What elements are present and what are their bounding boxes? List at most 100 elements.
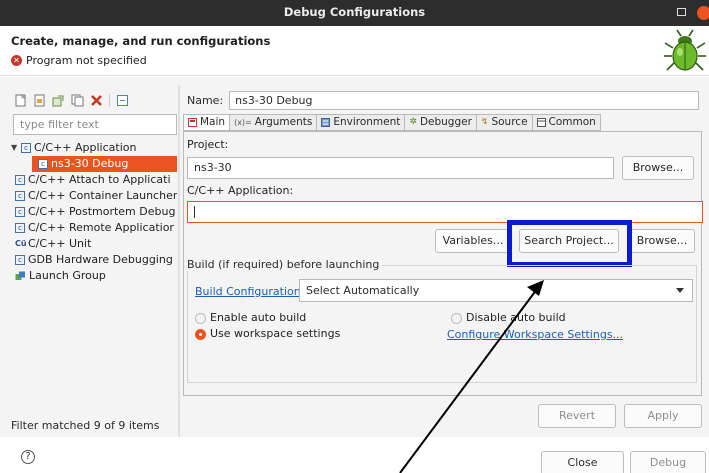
tree-item-cpp-application[interactable]: ▼ c C/C++ Application [11, 140, 177, 156]
tab-label: Environment [333, 116, 401, 128]
window-title: Debug Configurations [283, 5, 426, 19]
tree-item-postmortem[interactable]: c C/C++ Postmortem Debug [11, 204, 177, 220]
project-input[interactable]: ns3-30 [187, 157, 614, 179]
tab-label: Common [548, 116, 596, 128]
tree-item-label: C/C++ Remote Applicatior [28, 221, 174, 234]
apply-button[interactable]: Apply [624, 404, 702, 428]
c-config-icon: c [21, 143, 31, 153]
application-browse-button[interactable]: Browse... [629, 229, 695, 253]
name-label: Name: [187, 94, 224, 107]
left-toolbar [14, 92, 129, 108]
c-config-icon: c [15, 223, 25, 233]
close-button[interactable]: Close [541, 451, 624, 473]
common-icon [536, 118, 546, 127]
panel-sash[interactable] [178, 85, 180, 437]
text-cursor [194, 206, 195, 218]
config-tabs: Main (x)= Arguments Environment ✲ Debugg… [183, 114, 601, 131]
tree-item-label: C/C++ Attach to Applicati [28, 173, 171, 186]
name-row: Name: ns3-30 Debug [187, 91, 700, 110]
header-error-text: Program not specified [26, 54, 147, 67]
tree-item-label: Launch Group [29, 269, 106, 282]
option-label: Disable auto build [466, 311, 566, 324]
launch-group-icon [15, 271, 25, 280]
project-label: Project: [187, 138, 229, 151]
tree-item-ns3-30-debug[interactable]: c ns3-30 Debug [32, 156, 177, 172]
export-icon[interactable] [52, 94, 65, 107]
tree-item-remote-application[interactable]: c C/C++ Remote Applicatior [11, 220, 177, 236]
collapse-all-icon[interactable] [116, 94, 129, 107]
highlight-box [507, 220, 632, 267]
debug-button[interactable]: Debug [630, 451, 706, 473]
tree-item-attach[interactable]: c C/C++ Attach to Applicati [11, 172, 177, 188]
title-bar: Debug Configurations [0, 0, 709, 26]
source-icon: ↯ [480, 117, 489, 127]
tree-item-label: C/C++ Container Launcher [28, 189, 177, 202]
c-config-icon: c [15, 175, 25, 185]
toolbar-separator [109, 93, 110, 107]
tab-debugger[interactable]: ✲ Debugger [405, 114, 477, 131]
new-prototype-icon[interactable] [33, 94, 46, 107]
tab-label: Main [200, 116, 226, 128]
maximize-button[interactable] [677, 8, 686, 16]
radio-icon [451, 312, 462, 324]
application-label: C/C++ Application: [187, 184, 294, 197]
new-config-icon[interactable] [14, 93, 27, 107]
tab-source[interactable]: ↯ Source [476, 114, 533, 131]
tree-item-label: C/C++ Unit [28, 237, 92, 250]
use-workspace-settings-option[interactable]: Use workspace settings [195, 327, 340, 340]
c-config-icon: c [38, 159, 48, 169]
debugger-icon: ✲ [409, 117, 417, 127]
duplicate-icon[interactable] [71, 94, 84, 107]
tab-label: Source [491, 116, 528, 128]
tab-arguments[interactable]: (x)= Arguments [230, 114, 318, 131]
close-window-button[interactable] [697, 6, 709, 20]
arguments-icon: (x)= [234, 118, 252, 127]
unit-test-icon: Cü [15, 239, 27, 248]
radio-selected-icon [195, 328, 206, 340]
tree-item-label: C/C++ Postmortem Debug [28, 205, 176, 218]
tree-item-label: C/C++ Application [34, 141, 137, 154]
tab-label: Debugger [419, 116, 472, 128]
header-error: ✕ Program not specified [11, 54, 147, 67]
tree-item-label: GDB Hardware Debugging [28, 253, 173, 266]
tree-item-cpp-unit[interactable]: Cü C/C++ Unit [11, 236, 177, 252]
expand-caret-icon[interactable]: ▼ [11, 140, 21, 156]
error-icon: ✕ [11, 55, 22, 66]
config-tree: ▼ c C/C++ Application c ns3-30 Debug c C… [11, 140, 177, 284]
tab-label: Arguments [254, 116, 313, 128]
build-configuration-link[interactable]: Build Configuration: [195, 285, 304, 298]
name-input[interactable]: ns3-30 Debug [229, 91, 700, 110]
tree-item-container-launcher[interactable]: c C/C++ Container Launcher [11, 188, 177, 204]
filter-status: Filter matched 9 of 9 items [11, 419, 160, 432]
variables-button[interactable]: Variables... [435, 229, 511, 253]
enable-auto-build-option[interactable]: Enable auto build [195, 311, 306, 324]
help-icon[interactable]: ? [21, 450, 35, 464]
dropdown-arrow-icon [676, 288, 684, 293]
revert-button[interactable]: Revert [538, 404, 616, 428]
tree-item-label: ns3-30 Debug [51, 157, 129, 170]
build-configuration-select[interactable]: Select Automatically [299, 279, 693, 302]
build-group-title: Build (if required) before launching [185, 258, 383, 271]
c-config-icon: c [15, 255, 25, 265]
project-browse-button[interactable]: Browse... [622, 156, 694, 180]
environment-icon [321, 118, 331, 127]
tab-environment[interactable]: Environment [317, 114, 406, 131]
option-label: Enable auto build [210, 311, 307, 324]
option-label: Use workspace settings [210, 327, 341, 340]
dialog-header: Create, manage, and run configurations ✕… [0, 26, 709, 76]
build-configuration-value: Select Automatically [306, 284, 420, 297]
tree-item-gdb-hardware[interactable]: c GDB Hardware Debugging [11, 252, 177, 268]
tab-main[interactable]: Main [183, 114, 231, 131]
radio-icon [195, 312, 206, 324]
configure-workspace-link[interactable]: Configure Workspace Settings... [447, 328, 623, 341]
disable-auto-build-option[interactable]: Disable auto build [451, 311, 566, 324]
tree-item-launch-group[interactable]: Launch Group [11, 268, 177, 284]
delete-icon[interactable] [90, 94, 103, 107]
c-config-icon: c [15, 191, 25, 201]
tab-common[interactable]: Common [532, 114, 601, 131]
bug-icon [664, 29, 706, 71]
c-config-icon: c [15, 207, 25, 217]
main-tab-icon [188, 118, 197, 127]
filter-input[interactable]: type filter text [13, 114, 177, 135]
header-title: Create, manage, and run configurations [11, 34, 271, 48]
